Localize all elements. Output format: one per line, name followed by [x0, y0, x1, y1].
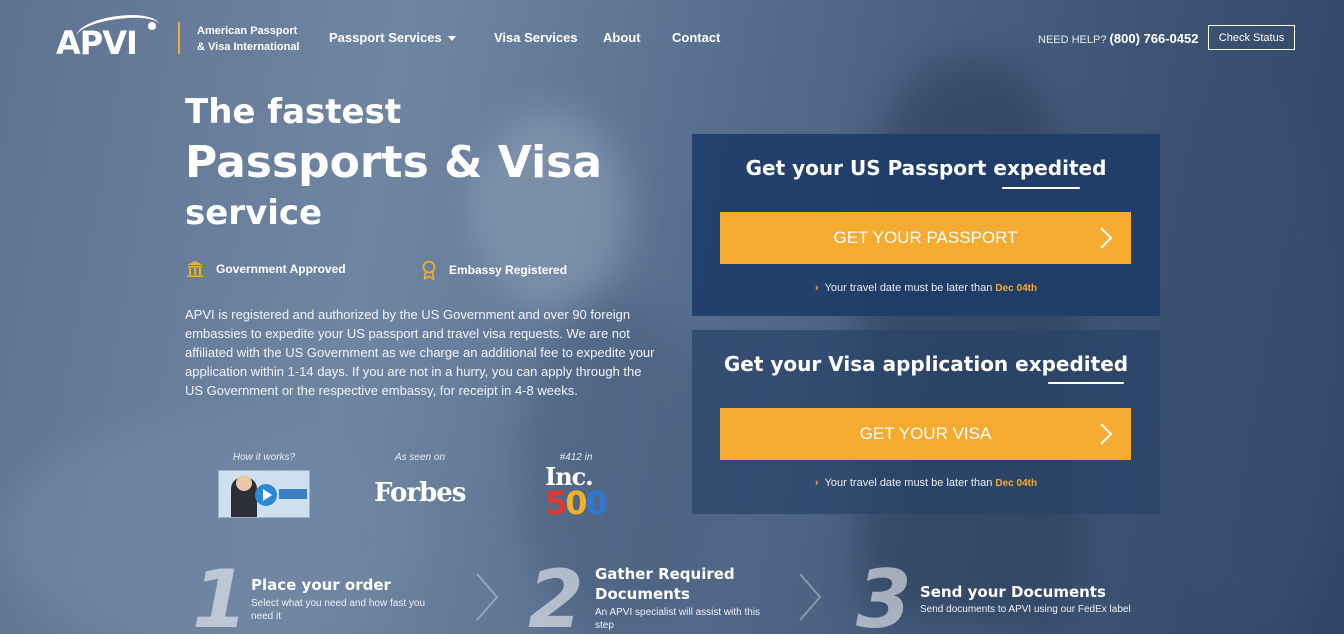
visa-travel-note: › Your travel date must be later than Dec… — [692, 477, 1160, 489]
as-seen-on-caption: As seen on — [394, 452, 446, 463]
badge-embassy-registered: Embassy Registered — [421, 260, 567, 280]
play-icon[interactable] — [255, 484, 277, 506]
nav-about[interactable]: About — [603, 30, 641, 45]
step-title: Gather Required Documents — [595, 565, 735, 603]
passport-travel-note: › Your travel date must be later than Dec… — [692, 282, 1160, 294]
badge-government-approved-label: Government Approved — [216, 262, 346, 276]
inc-500-digit: 0 — [565, 484, 587, 522]
apvi-logo[interactable]: APVI — [56, 10, 162, 64]
chevron-right-icon — [1100, 423, 1113, 445]
chevron-down-icon — [447, 36, 456, 42]
get-passport-button-label: GET YOUR PASSPORT — [833, 228, 1018, 247]
nav-passport-services-label: Passport Services — [329, 30, 442, 45]
passport-note-date: Dec 04th — [995, 283, 1038, 294]
passport-card-title: Get your US Passport expedited — [745, 156, 1107, 180]
video-presenter-face — [236, 475, 252, 491]
step-number: 2 — [528, 553, 584, 634]
help-phone[interactable]: (800) 766-0452 — [1110, 31, 1199, 46]
visa-card-title: Get your Visa application expedited — [723, 352, 1129, 376]
get-visa-button-label: GET YOUR VISA — [859, 424, 992, 443]
company-name: American Passport & Visa International — [197, 23, 300, 55]
title-underline — [1048, 382, 1124, 384]
help-line: NEED HELP? (800) 766-0452 — [1038, 31, 1198, 46]
inc-500-digit: 5 — [545, 484, 567, 522]
chevron-right-small-icon: › — [814, 477, 819, 489]
badge-embassy-registered-label: Embassy Registered — [449, 263, 568, 277]
help-label: NEED HELP? — [1038, 34, 1107, 46]
chevron-right-small-icon: › — [814, 282, 819, 294]
award-ribbon-icon — [422, 260, 436, 280]
how-it-works-video[interactable] — [218, 470, 310, 518]
logo-dot — [148, 22, 156, 30]
step-text: An APVI specialist will assist with this… — [595, 607, 761, 631]
hero-line1: The fastest — [185, 92, 402, 132]
company-name-line2: & Visa International — [197, 41, 300, 53]
get-visa-button[interactable]: GET YOUR VISA — [720, 408, 1131, 460]
step-number: 3 — [856, 553, 912, 634]
step-text: Select what you need and how fast you ne… — [251, 598, 426, 622]
inc-500-digit: 0 — [585, 484, 608, 522]
inc-500-logo: 500 — [545, 484, 608, 522]
logo-text: APVI — [56, 24, 138, 62]
passport-note-text: Your travel date must be later than — [824, 282, 993, 294]
forbes-logo: Forbes — [374, 478, 466, 508]
logo-divider — [178, 22, 180, 54]
visa-card: Get your Visa application expedited GET … — [692, 330, 1160, 514]
how-it-works-caption: How it works? — [232, 452, 296, 463]
background-photo-shape — [1150, 80, 1344, 634]
badge-government-approved: Government Approved — [186, 260, 346, 278]
visa-note-date: Dec 04th — [995, 478, 1038, 489]
step-title: Place your order — [251, 576, 391, 594]
company-name-line1: American Passport — [197, 25, 298, 37]
government-building-icon — [187, 261, 203, 277]
passport-card: Get your US Passport expedited GET YOUR … — [692, 134, 1160, 316]
hero-line3: service — [185, 193, 323, 233]
chevron-right-icon — [476, 573, 499, 621]
get-passport-button[interactable]: GET YOUR PASSPORT — [720, 212, 1131, 264]
check-status-button[interactable]: Check Status — [1208, 25, 1295, 50]
title-underline — [1002, 187, 1080, 189]
visa-note-text: Your travel date must be later than — [824, 477, 993, 489]
chevron-right-icon — [1100, 227, 1113, 249]
step-title: Send your Documents — [920, 583, 1106, 601]
step-number: 1 — [192, 553, 248, 634]
step-text: Send documents to APVI using our FedEx l… — [920, 604, 1131, 615]
nav-passport-services[interactable]: Passport Services — [329, 30, 456, 45]
chevron-right-icon — [799, 573, 822, 621]
hero-description: APVI is registered and authorized by the… — [185, 307, 655, 398]
video-banner — [279, 489, 307, 499]
hero-line2: Passports & Visa — [185, 137, 603, 188]
nav-contact[interactable]: Contact — [672, 30, 720, 45]
nav-visa-services[interactable]: Visa Services — [494, 30, 578, 45]
site-header: APVI American Passport & Visa Internatio… — [0, 0, 1344, 80]
